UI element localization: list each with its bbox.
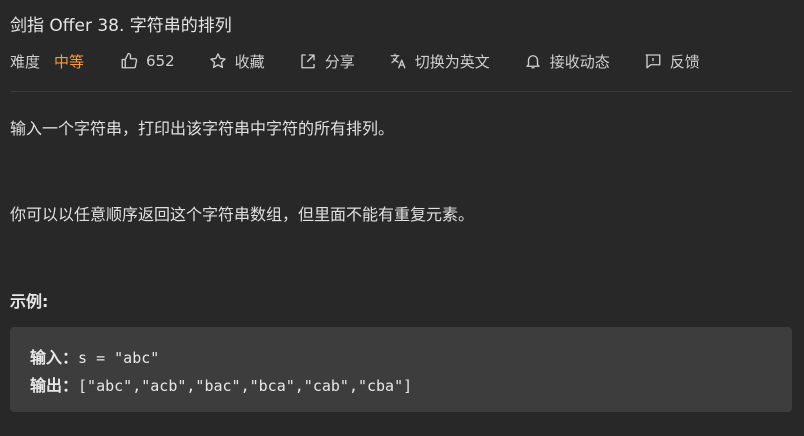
difficulty-value: 中等 (54, 52, 85, 71)
translate-icon (390, 53, 406, 69)
switch-language-label: 切换为英文 (414, 52, 490, 71)
switch-language-button[interactable]: 切换为英文 (389, 51, 490, 72)
output-label: 输出： (30, 376, 79, 395)
output-value: ["abc","acb","bac","bca","cab","cba"] (78, 377, 413, 395)
thumbs-up-icon (121, 52, 138, 69)
input-label: 输入： (30, 348, 79, 367)
example-code-block: 输入：s = "abc" 输出：["abc","acb","bac","bca"… (10, 327, 792, 412)
example-output-line: 输出：["abc","acb","bac","bca","cab","cba"] (30, 372, 412, 396)
share-button[interactable]: 分享 (299, 51, 355, 72)
problem-meta-bar: 难度 中等 652 收藏 分享 切换为英文 接收动态 反馈 (10, 49, 734, 73)
problem-title: 剑指 Offer 38. 字符串的排列 (10, 16, 232, 36)
feedback-icon (645, 54, 661, 69)
feedback-button[interactable]: 反馈 (644, 51, 700, 72)
feedback-label: 反馈 (669, 52, 700, 71)
notify-label: 接收动态 (549, 52, 610, 71)
collect-button[interactable]: 收藏 (209, 51, 265, 72)
like-count: 652 (146, 52, 175, 70)
share-label: 分享 (324, 52, 355, 71)
bell-icon (526, 55, 540, 69)
difficulty-label: 难度 (10, 52, 41, 71)
share-icon (301, 54, 315, 69)
example-title: 示例: (10, 292, 49, 311)
like-button[interactable]: 652 (120, 52, 175, 70)
description-paragraph: 输入一个字符串，打印出该字符串中字符的所有排列。 (10, 119, 395, 138)
star-icon (209, 53, 226, 69)
collect-label: 收藏 (234, 52, 265, 71)
divider (10, 91, 792, 92)
description-paragraph: 你可以以任意顺序返回这个字符串数组，但里面不能有重复元素。 (10, 205, 475, 224)
input-value: s = "abc" (78, 349, 160, 367)
example-input-line: 输入：s = "abc" (30, 344, 159, 368)
notify-button[interactable]: 接收动态 (524, 51, 610, 72)
